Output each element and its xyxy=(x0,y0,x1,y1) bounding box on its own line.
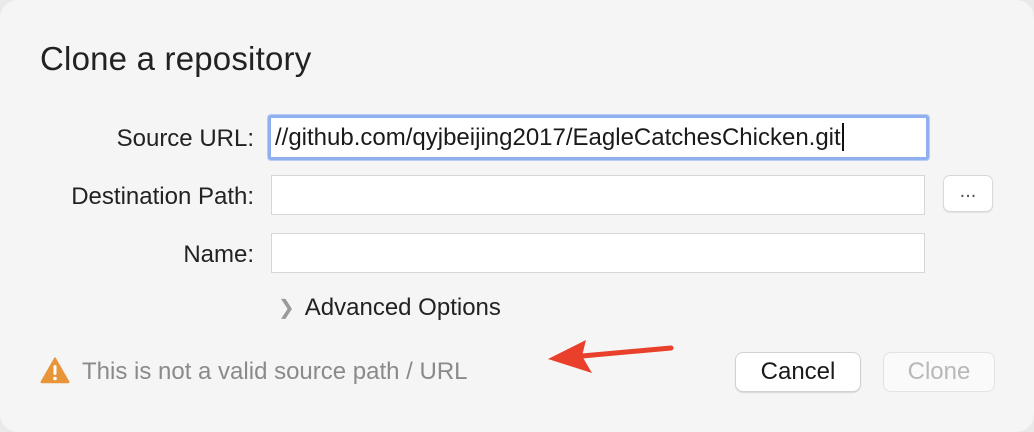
clone-button[interactable]: Clone xyxy=(883,352,995,392)
cancel-button[interactable]: Cancel xyxy=(735,352,861,392)
source-url-label: Source URL: xyxy=(116,125,254,152)
warning-triangle-icon xyxy=(40,357,70,384)
text-caret xyxy=(841,122,844,151)
source-url-field[interactable]: //github.com/qyjbeijing2017/EagleCatches… xyxy=(268,115,929,160)
destination-path-label: Destination Path: xyxy=(71,183,254,210)
dialog-title: Clone a repository xyxy=(40,40,312,77)
validation-warning: This is not a valid source path / URL xyxy=(40,356,468,386)
chevron-right-icon: ❯ xyxy=(278,297,295,319)
name-field[interactable] xyxy=(271,233,925,273)
destination-path-field[interactable] xyxy=(271,175,925,215)
name-label: Name: xyxy=(183,241,254,268)
annotation-arrow-icon xyxy=(548,340,674,373)
advanced-options-label: Advanced Options xyxy=(304,294,501,321)
browse-button[interactable]: ... xyxy=(943,175,993,212)
advanced-options-toggle[interactable]: ❯ Advanced Options xyxy=(278,294,501,322)
warning-text: This is not a valid source path / URL xyxy=(82,358,468,385)
clone-repository-dialog: Clone a repository Source URL: //github.… xyxy=(0,0,1034,432)
source-url-value: //github.com/qyjbeijing2017/EagleCatches… xyxy=(275,124,841,151)
